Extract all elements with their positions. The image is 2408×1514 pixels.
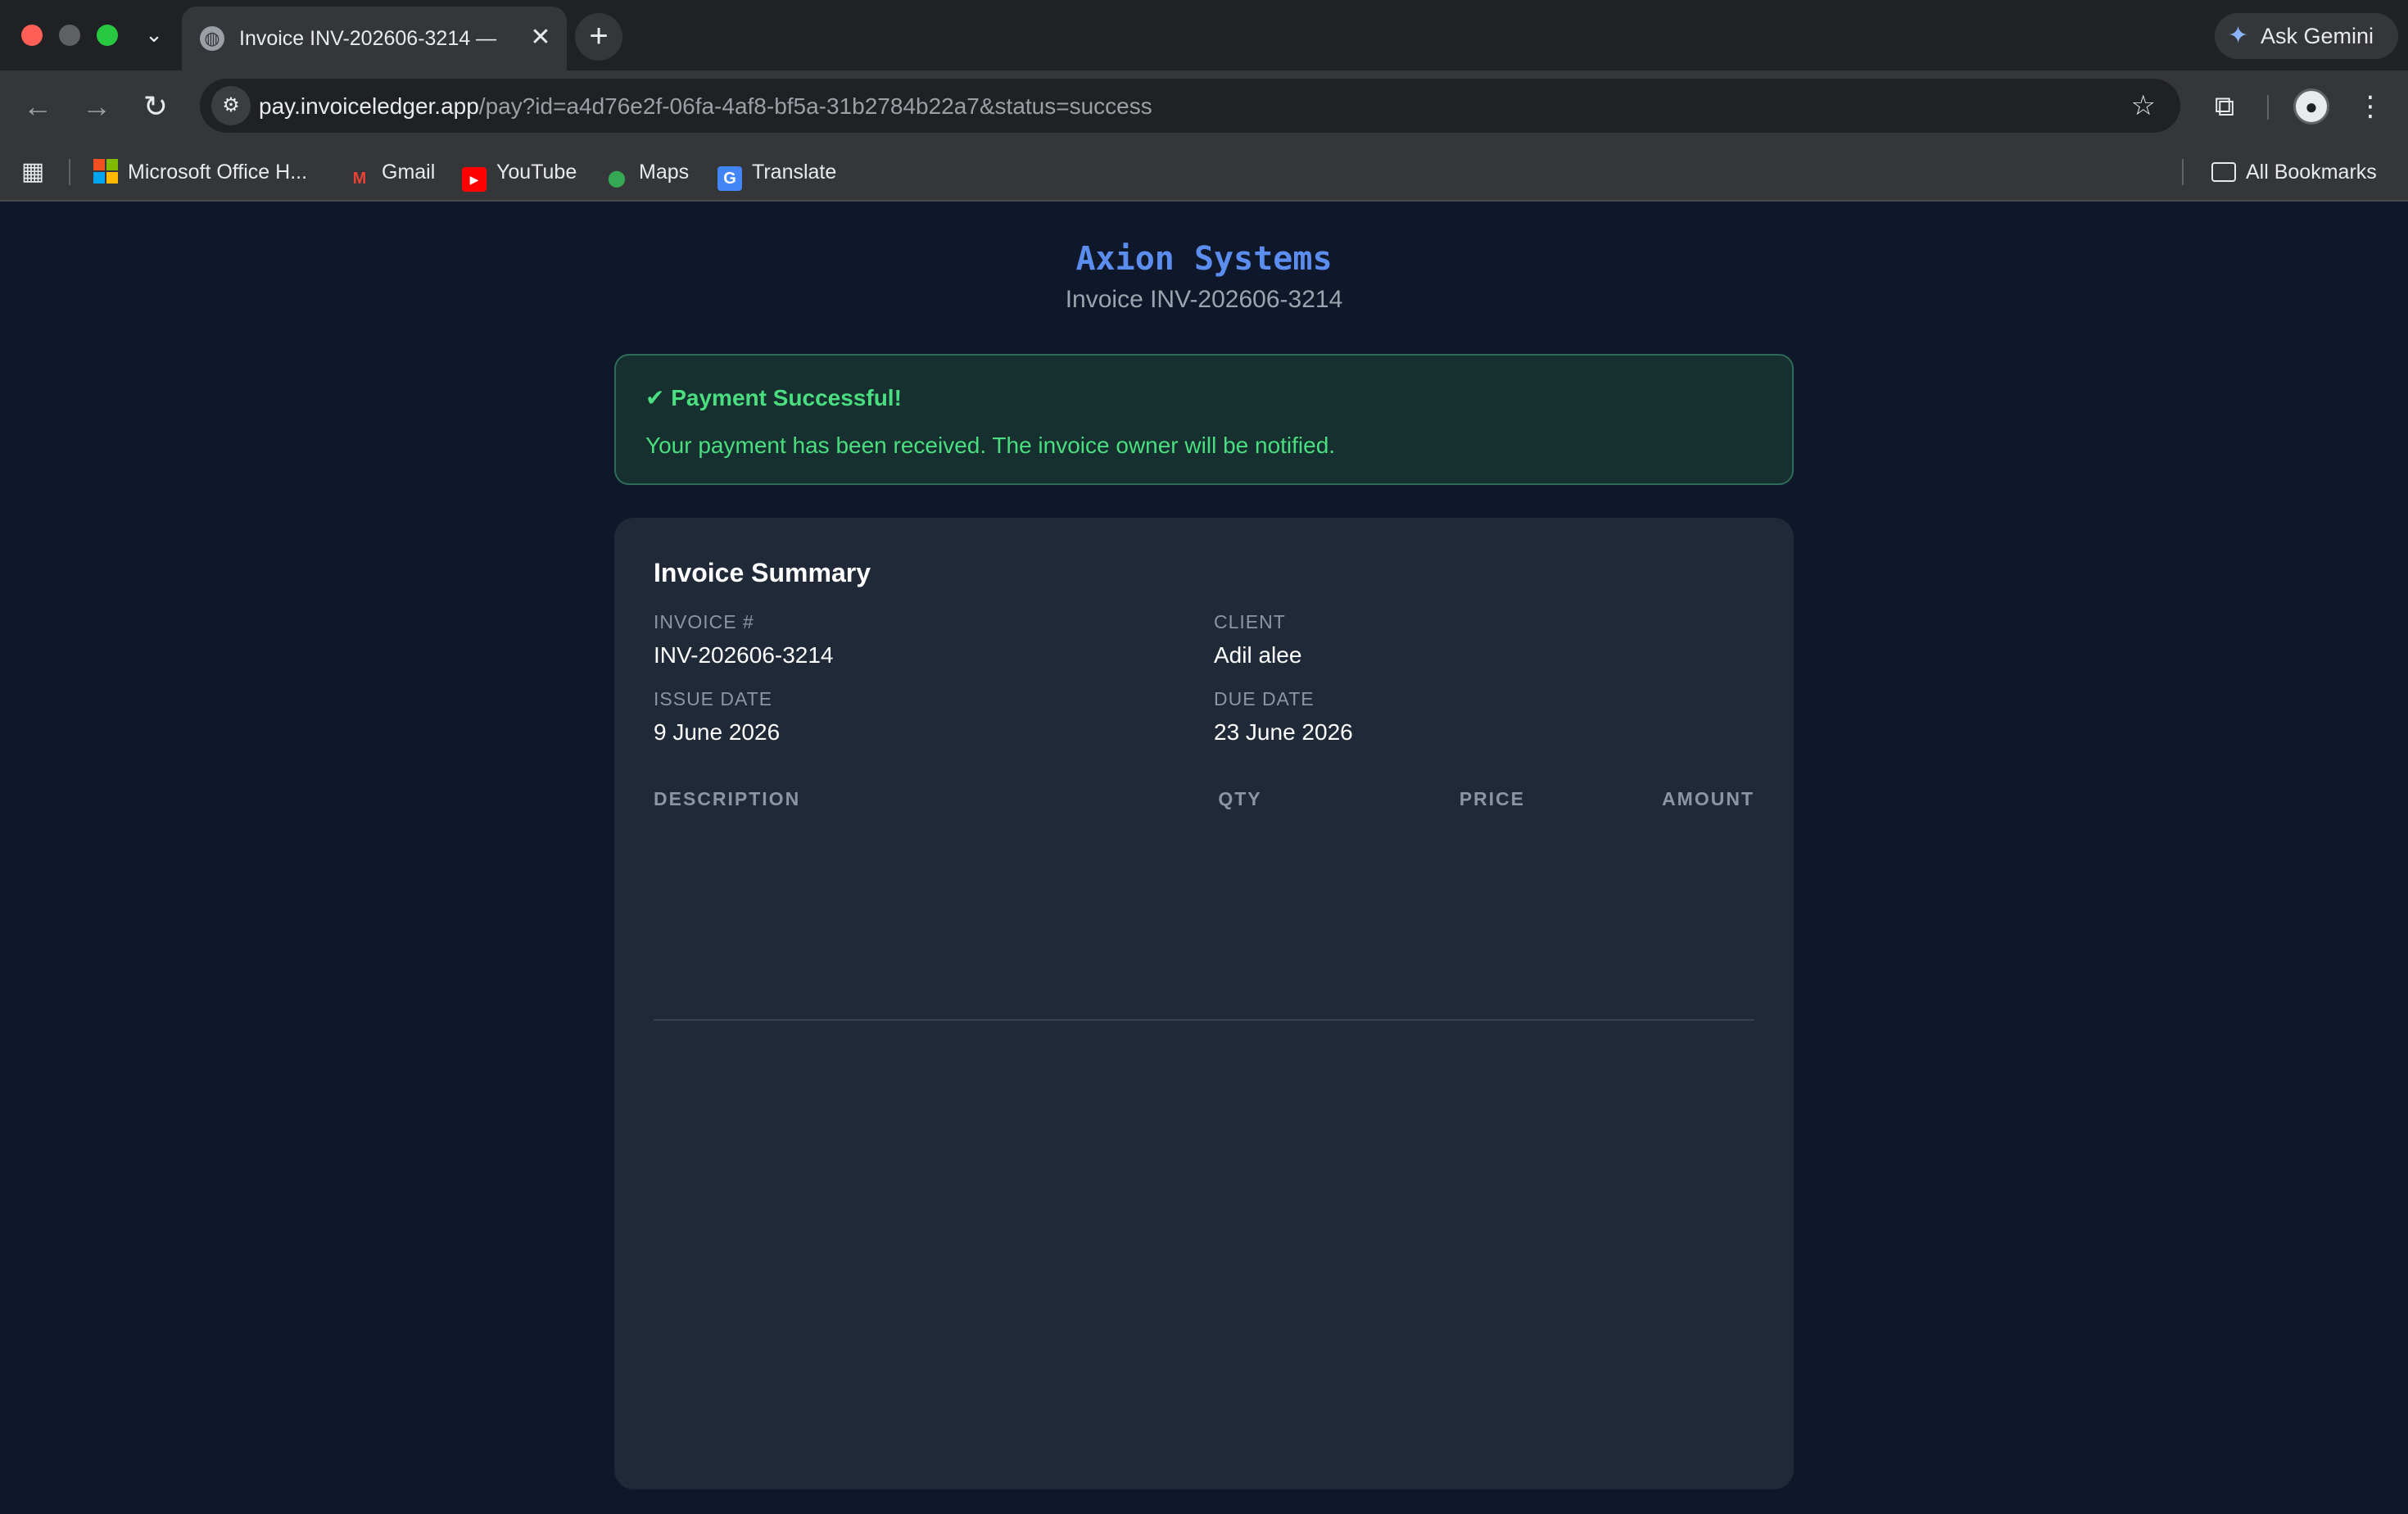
bookmark-translate[interactable]: G Translate [717, 157, 837, 191]
close-window-button[interactable] [21, 25, 43, 46]
page-content: Axion Systems Invoice INV-202606-3214 ✔ … [0, 202, 2408, 1514]
extensions-puzzle-icon[interactable]: ⧉ [2207, 88, 2243, 125]
card-title: Invoice Summary [654, 558, 871, 587]
minimize-window-button[interactable] [59, 25, 80, 46]
browser-chrome: ⌄ ◍ Invoice INV-202606-3214 — ✕ + ✦ Ask … [0, 0, 2408, 202]
folder-icon [2211, 162, 2236, 182]
alert-title: ✔ Payment Successful! [645, 385, 902, 410]
all-bookmarks-label: All Bookmarks [2246, 161, 2377, 184]
invoice-number-value: INV-202606-3214 [654, 642, 834, 668]
invoice-summary-card: Invoice Summary INVOICE # INV-202606-321… [614, 518, 1794, 1489]
client-label: CLIENT [1214, 611, 1286, 632]
bookmark-star-icon[interactable]: ☆ [2131, 89, 2156, 122]
browser-menu-icon[interactable]: ⋮ [2354, 88, 2387, 125]
bookmark-label: Gmail [382, 161, 436, 184]
bookmark-label: Maps [639, 161, 690, 184]
bookmarks-right-divider [2182, 159, 2184, 185]
maximize-window-button[interactable] [97, 25, 118, 46]
divider [654, 1019, 1754, 1021]
bookmark-microsoft-office[interactable]: Microsoft Office H... [93, 157, 307, 187]
all-bookmarks-button[interactable]: All Bookmarks [2211, 157, 2377, 187]
new-tab-button[interactable]: + [575, 13, 622, 61]
invoice-number-label: INVOICE # [654, 611, 754, 632]
alert-message: Your payment has been received. The invo… [645, 433, 1336, 458]
address-bar[interactable]: ⚙ pay.invoiceledger.app/pay?id=a4d76e2f-… [200, 79, 2180, 133]
issue-date-value: 9 June 2026 [654, 719, 781, 745]
payment-success-alert: ✔ Payment Successful! Your payment has b… [614, 354, 1794, 485]
client-value: Adil alee [1214, 642, 1302, 668]
column-header-qty: QTY [1218, 788, 1262, 809]
bookmark-label: Microsoft Office H... [128, 161, 308, 184]
invoice-heading: Invoice INV-202606-3214 [1065, 286, 1343, 313]
toolbar-divider [2267, 95, 2269, 120]
close-tab-icon[interactable]: ✕ [526, 23, 555, 52]
gmail-icon: M [352, 170, 367, 188]
tab-title: Invoice INV-202606-3214 — [239, 27, 497, 50]
tab-search-chevron-icon[interactable]: ⌄ [141, 20, 167, 49]
bookmark-label: Translate [752, 161, 837, 184]
forward-arrow-icon[interactable]: → [79, 88, 115, 125]
company-name: Axion Systems [1075, 240, 1333, 278]
ask-gemini-label: Ask Gemini [2261, 24, 2374, 48]
youtube-icon: ▶ [462, 167, 487, 192]
issue-date-label: ISSUE DATE [654, 688, 773, 709]
ask-gemini-button[interactable]: ✦ Ask Gemini [2215, 13, 2398, 59]
bookmark-label: YouTube [496, 161, 577, 184]
gemini-sparkle-icon: ✦ [2228, 22, 2249, 49]
bookmark-gmail[interactable]: M Gmail [347, 157, 436, 188]
url-path: /pay?id=a4d76e2f-06fa-4af8-bf5a-31b2784b… [478, 93, 1152, 119]
site-settings-icon[interactable]: ⚙ [211, 86, 251, 125]
url-host: pay.invoiceledger.app [259, 93, 479, 119]
column-header-description: DESCRIPTION [654, 788, 801, 809]
due-date-label: DUE DATE [1214, 688, 1315, 709]
translate-icon: G [717, 166, 742, 191]
due-date-value: 23 June 2026 [1214, 719, 1353, 745]
bookmarks-bar: ▦ Microsoft Office H... M Gmail ▶ YouTube … [0, 143, 2408, 202]
tab-strip: ⌄ ◍ Invoice INV-202606-3214 — ✕ + ✦ Ask … [0, 0, 2408, 70]
reload-icon[interactable]: ↻ [138, 88, 174, 125]
microsoft-logo-icon [93, 159, 118, 184]
back-arrow-icon[interactable]: ← [20, 88, 56, 125]
profile-avatar[interactable]: ● [2293, 88, 2329, 125]
url-text[interactable]: pay.invoiceledger.app/pay?id=a4d76e2f-06… [259, 93, 1152, 120]
column-header-price: PRICE [1459, 788, 1525, 809]
bookmark-maps[interactable]: ⬤ Maps [604, 157, 690, 188]
browser-tab[interactable]: ◍ Invoice INV-202606-3214 — ✕ [182, 7, 567, 70]
bookmark-youtube[interactable]: ▶ YouTube [462, 157, 577, 192]
globe-icon: ◍ [200, 26, 224, 51]
browser-toolbar: ← → ↻ ⚙ pay.invoiceledger.app/pay?id=a4d… [0, 70, 2408, 143]
apps-grid-icon[interactable]: ▦ [18, 157, 48, 187]
maps-pin-icon: ⬤ [607, 170, 627, 188]
bookmarks-divider [69, 159, 70, 185]
column-header-amount: AMOUNT [1662, 788, 1754, 809]
